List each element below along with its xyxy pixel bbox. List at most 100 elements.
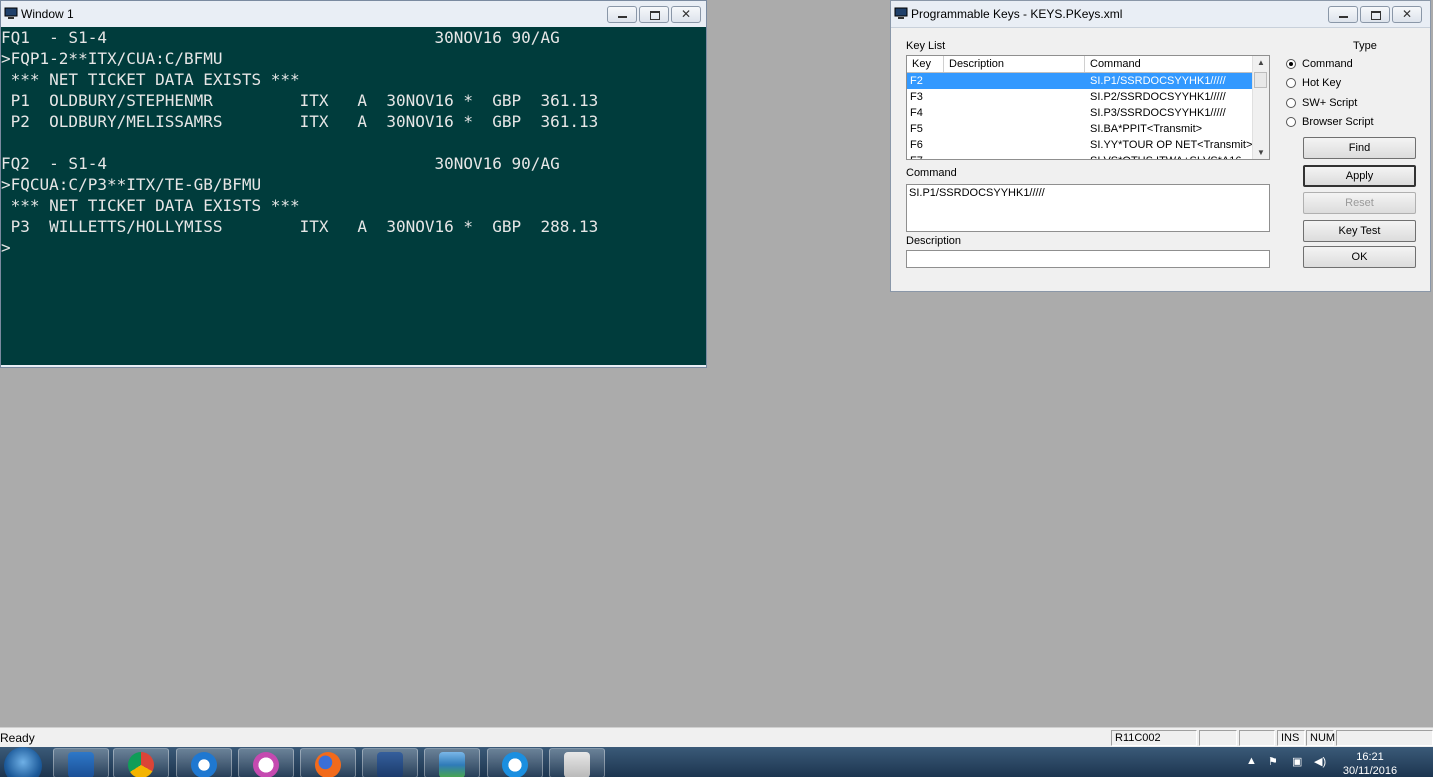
terminal-app-icon — [4, 7, 18, 19]
pk-title: Programmable Keys - KEYS.PKeys.xml — [911, 7, 1123, 21]
key-cell: F3 — [910, 91, 923, 103]
column-header-description[interactable]: Description — [944, 56, 1085, 72]
pk-titlebar[interactable]: Programmable Keys - KEYS.PKeys.xml ✕ — [891, 1, 1430, 27]
status-row-col: R11C002 — [1111, 730, 1197, 746]
key-cell: F4 — [910, 107, 923, 119]
find-button[interactable]: Find — [1303, 137, 1416, 159]
clock-date: 30/11/2016 — [1342, 765, 1398, 777]
close-button[interactable]: ✕ — [1392, 6, 1422, 23]
e-app-icon[interactable] — [487, 748, 543, 777]
status-cell-empty — [1336, 730, 1433, 746]
key-list-row[interactable]: F2 SI.P1/SSRDOCSYYHK1///// — [907, 73, 1269, 89]
network-icon[interactable]: ▣ — [1292, 755, 1302, 768]
terminal-line: P2 OLDBURY/MELISSAMRS ITX A 30NOV16 * GB… — [1, 112, 599, 131]
close-button[interactable]: ✕ — [671, 6, 701, 23]
terminal-line: FQ1 - S1-4 30NOV16 90/AG — [1, 28, 560, 47]
column-header-key[interactable]: Key — [907, 56, 944, 72]
scroll-down-icon[interactable]: ▼ — [1257, 148, 1265, 157]
flag-icon[interactable]: ⚑ — [1268, 755, 1278, 768]
scroll-up-icon[interactable]: ▲ — [1257, 58, 1265, 67]
type-label: Type — [1353, 40, 1377, 52]
command-input[interactable]: SI.P1/SSRDOCSYYHK1///// — [906, 184, 1270, 232]
key-cell: F5 — [910, 123, 923, 135]
terminal-line: >FQCUA:C/P3**ITX/TE-GB/BFMU — [1, 175, 262, 194]
key-list-header: Key Description Command — [907, 56, 1269, 73]
ie-icon[interactable] — [176, 748, 232, 777]
outlook-icon[interactable] — [53, 748, 109, 777]
programmable-keys-dialog[interactable]: Programmable Keys - KEYS.PKeys.xml ✕ Key… — [890, 0, 1431, 292]
description-cell — [944, 137, 1085, 153]
window1-title: Window 1 — [21, 7, 74, 21]
status-cell-empty — [1199, 730, 1237, 746]
window1-titlebar[interactable]: Window 1 ✕ — [1, 1, 706, 27]
chrome-icon[interactable] — [113, 748, 169, 777]
maximize-button[interactable] — [639, 6, 669, 23]
command-label: Command — [906, 167, 957, 179]
type-radio-hot-key[interactable]: Hot Key — [1286, 77, 1341, 89]
terminal-line: FQ2 - S1-4 30NOV16 90/AG — [1, 154, 560, 173]
key-list-row[interactable]: F6 SI.YY*TOUR OP NET<Transmit> — [907, 137, 1269, 153]
description-cell — [944, 153, 1085, 159]
status-ready-text: Ready — [0, 731, 35, 745]
apply-button[interactable]: Apply — [1303, 165, 1416, 187]
terminal-line: *** NET TICKET DATA EXISTS *** — [1, 196, 300, 215]
command-cell: SI.P1/SSRDOCSYYHK1///// — [1090, 75, 1226, 87]
key-test-button[interactable]: Key Test — [1303, 220, 1416, 242]
type-radio-label: Command — [1302, 58, 1353, 70]
key-cell: F7 — [907, 153, 944, 159]
status-bar: Ready R11C002 INS NUM — [0, 727, 1433, 748]
command-cell: SI.BA*PPIT<Transmit> — [1090, 123, 1203, 135]
layers-app-icon[interactable] — [424, 748, 480, 777]
status-cell-empty — [1239, 730, 1275, 746]
key-cell: F6 — [910, 139, 923, 151]
type-radio-browser-script[interactable]: Browser Script — [1286, 116, 1374, 128]
type-radio-label: SW+ Script — [1302, 97, 1358, 109]
column-header-command[interactable]: Command — [1085, 56, 1253, 72]
key-cell: F2 — [910, 75, 923, 87]
type-radio-label: Browser Script — [1302, 116, 1374, 128]
command-cell: SI.YY*TOUR OP NET<Transmit> — [1090, 139, 1253, 151]
description-cell — [944, 105, 1085, 121]
terminal-line: > — [1, 238, 11, 257]
command-cell: SI.VS*OTHS ITWA+SI.VS*A16 — [1085, 153, 1253, 159]
maximize-button[interactable] — [1360, 6, 1390, 23]
firefox-icon[interactable] — [300, 748, 356, 777]
key-list-label: Key List — [906, 40, 946, 52]
description-cell — [944, 73, 1085, 89]
reset-button[interactable]: Reset — [1303, 192, 1416, 214]
description-cell — [944, 89, 1085, 105]
minimize-button[interactable] — [607, 6, 637, 23]
status-num: NUM — [1306, 730, 1335, 746]
command-cell: SI.P2/SSRDOCSYYHK1///// — [1090, 91, 1226, 103]
itunes-icon[interactable] — [238, 748, 294, 777]
minimize-button[interactable] — [1328, 6, 1358, 23]
description-cell — [944, 121, 1085, 137]
key-list-row[interactable]: F4 SI.P3/SSRDOCSYYHK1///// — [907, 105, 1269, 121]
scroll-thumb[interactable] — [1254, 72, 1267, 88]
terminal-line: *** NET TICKET DATA EXISTS *** — [1, 70, 300, 89]
volume-icon[interactable]: ◀) — [1314, 755, 1326, 768]
key-list-row[interactable]: F5 SI.BA*PPIT<Transmit> — [907, 121, 1269, 137]
calculator-icon[interactable] — [549, 748, 605, 777]
terminal-app-icon — [894, 7, 908, 19]
terminal-window[interactable]: Window 1 ✕ FQ1 - S1-4 30NOV16 90/AG >FQP1… — [0, 0, 707, 368]
key-list-scrollbar[interactable]: ▲ ▼ — [1252, 56, 1269, 159]
network-app-icon[interactable] — [362, 748, 418, 777]
start-button[interactable] — [4, 747, 42, 777]
system-clock[interactable]: 16:21 30/11/2016 — [1340, 750, 1400, 777]
key-list[interactable]: Key Description Command F2 SI.P1/SSRDOCSY… — [906, 55, 1270, 160]
terminal-line: >FQP1-2**ITX/CUA:C/BFMU — [1, 49, 223, 68]
show-hidden-icons-icon[interactable]: ▲ — [1246, 755, 1257, 767]
terminal-line: P1 OLDBURY/STEPHENMR ITX A 30NOV16 * GBP… — [1, 91, 599, 110]
terminal-screen[interactable]: FQ1 - S1-4 30NOV16 90/AG >FQP1-2**ITX/CUA… — [1, 27, 706, 365]
ok-button[interactable]: OK — [1303, 246, 1416, 268]
key-list-row[interactable]: F3 SI.P2/SSRDOCSYYHK1///// — [907, 89, 1269, 105]
description-label: Description — [906, 235, 962, 247]
type-radio-sw-script[interactable]: SW+ Script — [1286, 97, 1357, 109]
key-list-row[interactable]: F7 SI.VS*OTHS ITWA+SI.VS*A16 — [907, 153, 1269, 159]
type-radio-command[interactable]: Command — [1286, 58, 1353, 70]
description-input[interactable] — [906, 250, 1270, 268]
terminal-line: P3 WILLETTS/HOLLYMISS ITX A 30NOV16 * GB… — [1, 217, 599, 236]
clock-time: 16:21 — [1356, 751, 1384, 763]
